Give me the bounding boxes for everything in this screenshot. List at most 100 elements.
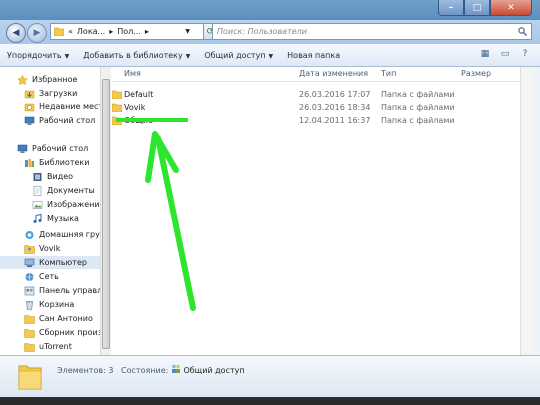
address-crumb-prefix: « (68, 27, 73, 36)
chevron-down-icon[interactable]: ▼ (185, 28, 190, 35)
add-to-library-button[interactable]: Добавить в библиотеку ▼ (76, 51, 197, 60)
sidebar-item[interactable]: uTorrent (24, 340, 72, 353)
minimize-button[interactable]: – (438, 0, 464, 16)
sidebar-item[interactable]: Музыка (32, 212, 79, 225)
sidebar-item[interactable]: Загрузки (24, 87, 77, 100)
recycle-bin-icon (26, 300, 33, 310)
add-library-label: Добавить в библиотеку (83, 50, 183, 60)
sidebar-item[interactable]: Корзина (24, 298, 74, 311)
sidebar-item[interactable]: Библиотеки (24, 156, 89, 169)
file-list-scrollbar[interactable] (520, 67, 533, 355)
window-controls: – □ ✕ (438, 0, 532, 17)
file-row[interactable]: Default 26.03.2016 17:07 Папка с файлами (111, 89, 520, 101)
sidebar-item[interactable]: Рабочий стол (17, 142, 88, 155)
star-icon (17, 74, 28, 85)
downloads-icon (24, 90, 35, 98)
column-date[interactable]: Дата изменения (299, 69, 368, 78)
sidebar-item[interactable]: Сан Антонио (24, 312, 93, 325)
address-crumb-local[interactable]: Лока... (77, 27, 105, 36)
file-date: 26.03.2016 17:07 (299, 90, 371, 99)
sidebar-item[interactable]: Документы (32, 184, 95, 197)
status-items-count: Элементов: 3 (57, 366, 114, 375)
chevron-down-icon: ▼ (268, 52, 274, 60)
address-crumb-users[interactable]: Пол... (117, 27, 141, 36)
sidebar-item-label: Корзина (39, 300, 75, 309)
bottom-edge (0, 397, 540, 405)
desktop-icon (17, 144, 28, 153)
file-list: Имя Дата изменения Тип Размер Default 26.… (111, 67, 531, 355)
sidebar-item[interactable]: Vovik (24, 242, 60, 255)
chevron-down-icon: ▼ (185, 52, 191, 60)
share-button[interactable]: Общий доступ ▼ (197, 51, 280, 60)
sidebar-item[interactable]: Сборник произв (24, 326, 107, 339)
sidebar-item-label: Избранное (32, 75, 78, 84)
help-icon[interactable]: ? (518, 47, 532, 61)
new-folder-label: Новая папка (287, 50, 341, 60)
sidebar-item-label: Загрузки (39, 89, 78, 98)
sidebar-item-label: Видео (47, 172, 74, 181)
forward-button[interactable]: ▶ (27, 23, 47, 43)
view-options-icon[interactable]: ▦ (478, 47, 492, 61)
sidebar-item[interactable]: Панель управле (24, 284, 107, 297)
file-name: Общие (124, 116, 153, 125)
sidebar-item-label: Компьютер (39, 258, 87, 267)
folder-icon (112, 90, 122, 99)
sidebar-item-label: Недавние места (39, 102, 108, 111)
sidebar-item-label: Vovik (39, 244, 61, 253)
libraries-icon (25, 158, 34, 167)
new-folder-button[interactable]: Новая папка (280, 51, 347, 60)
close-button[interactable]: ✕ (490, 0, 532, 16)
computer-icon (24, 258, 35, 267)
sidebar-item-label: Музыка (47, 214, 79, 223)
folder-icon (24, 328, 35, 338)
sidebar-item[interactable]: Рабочий стол (24, 114, 95, 127)
file-row[interactable]: Общие 12.04.2011 16:37 Папка с файлами (111, 115, 520, 127)
file-row[interactable]: Vovik 26.03.2016 18:34 Папка с файлами (111, 102, 520, 114)
sidebar-item-label: Сан Антонио (39, 314, 93, 323)
scrollbar-thumb[interactable] (102, 79, 110, 349)
address-bar[interactable]: « Лока... ▸ Пол... ▸ ▼ (50, 23, 205, 40)
sidebar-item-label: Рабочий стол (32, 144, 89, 153)
users-icon (171, 364, 180, 373)
folder-icon (24, 342, 35, 352)
chevron-right-icon: ▸ (109, 27, 114, 36)
documents-icon (33, 185, 42, 196)
control-panel-icon (24, 286, 35, 295)
status-state-value: Общий доступ (183, 366, 245, 375)
back-button[interactable]: ◀ (6, 23, 26, 43)
search-icon[interactable] (518, 27, 527, 36)
folder-icon (112, 103, 122, 112)
sidebar-item[interactable]: Избранное (17, 73, 77, 86)
sidebar-item[interactable]: Компьютер (0, 256, 100, 269)
maximize-button[interactable]: □ (464, 0, 490, 16)
folder-icon (24, 314, 35, 324)
folder-icon (54, 27, 64, 36)
sidebar-item[interactable]: Недавние места (24, 100, 108, 113)
column-name[interactable]: Имя (124, 69, 141, 78)
sidebar-item[interactable]: Сеть (24, 270, 59, 283)
music-icon (33, 213, 42, 223)
organize-label: Упорядочить (7, 50, 62, 60)
pictures-icon (32, 200, 43, 209)
file-name: Default (124, 90, 154, 99)
status-state-label: Состояние: (121, 366, 169, 375)
sidebar-item-label: Сборник произв (39, 328, 107, 337)
status-text: Элементов: 3 Состояние: Общий доступ (57, 364, 245, 375)
column-size[interactable]: Размер (461, 69, 491, 78)
preview-pane-icon[interactable]: ▭ (498, 47, 512, 61)
desktop-icon (24, 116, 35, 125)
chevron-down-icon: ▼ (64, 52, 70, 60)
video-icon (33, 172, 42, 181)
organize-button[interactable]: Упорядочить ▼ (0, 51, 76, 60)
sidebar-item[interactable]: Видео (32, 170, 73, 183)
column-type[interactable]: Тип (381, 69, 396, 78)
sidebar-item-label: Рабочий стол (39, 116, 96, 125)
navigation-scrollbar[interactable] (100, 67, 111, 355)
user-folder-icon (24, 244, 35, 254)
sidebar-item-label: Документы (47, 186, 95, 195)
sidebar-item[interactable]: Домашняя групп (24, 228, 110, 241)
recent-places-icon (24, 103, 35, 111)
file-type: Папка с файлами (381, 90, 455, 99)
sidebar-item[interactable]: Изображения (32, 198, 104, 211)
search-input[interactable]: Поиск: Пользователи (212, 23, 532, 40)
